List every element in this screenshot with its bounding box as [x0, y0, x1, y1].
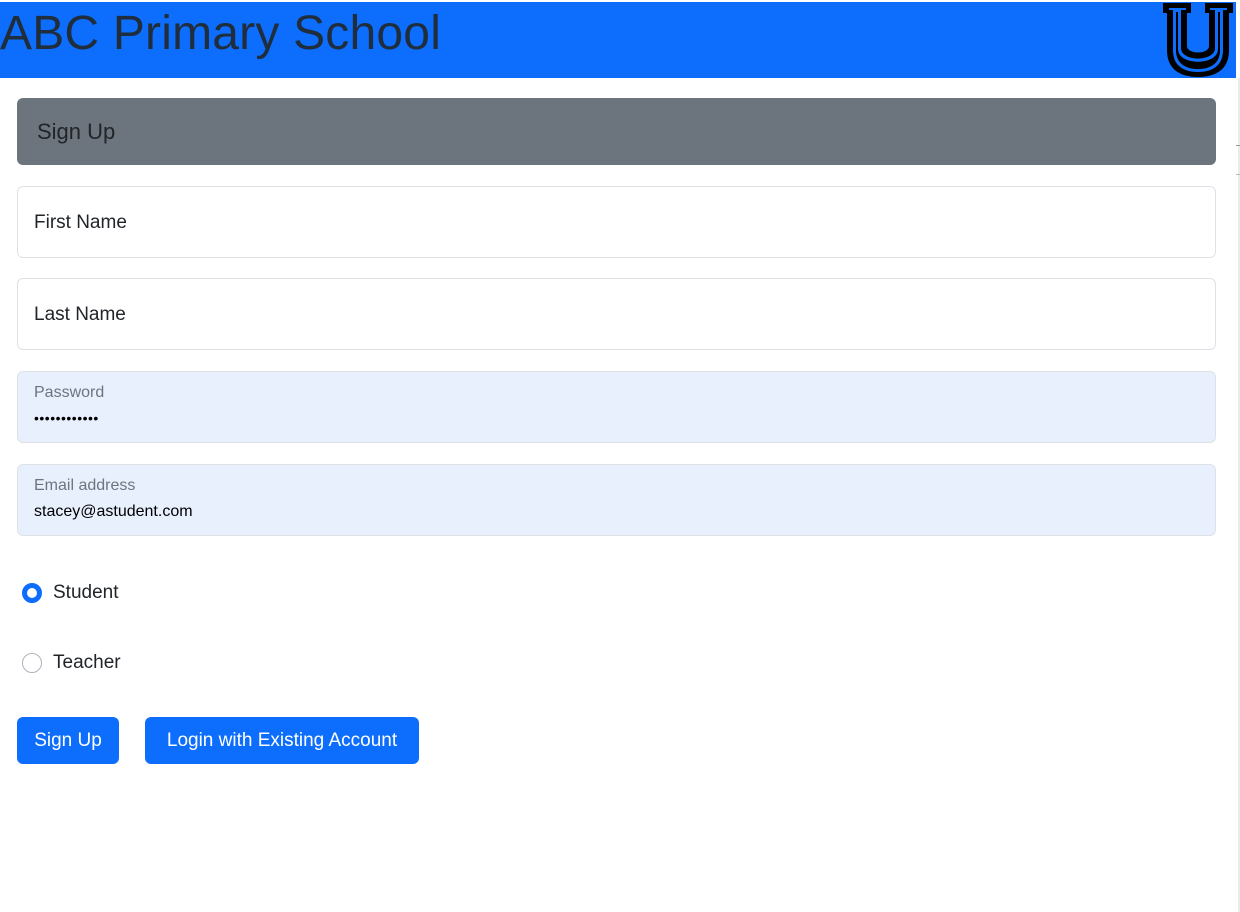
site-title: ABC Primary School: [0, 7, 442, 60]
login-existing-button[interactable]: Login with Existing Account: [145, 717, 419, 764]
signup-heading: Sign Up: [17, 98, 1216, 165]
first-name-placeholder: First Name: [34, 212, 127, 233]
first-name-field[interactable]: First Name: [17, 186, 1216, 258]
teacher-label[interactable]: Teacher: [53, 652, 121, 674]
last-name-placeholder: Last Name: [34, 304, 126, 325]
student-label[interactable]: Student: [53, 582, 119, 604]
scroll-marker: [1236, 145, 1240, 175]
email-label: Email address: [34, 477, 136, 494]
role-option-teacher[interactable]: Teacher: [22, 652, 121, 674]
last-name-field[interactable]: Last Name: [17, 278, 1216, 350]
student-radio[interactable]: [22, 583, 42, 603]
password-value: ••••••••••••: [34, 410, 99, 426]
signup-button[interactable]: Sign Up: [17, 717, 119, 764]
role-option-student[interactable]: Student: [22, 582, 119, 604]
email-value: stacey@astudent.com: [34, 503, 193, 520]
password-label: Password: [34, 384, 105, 401]
site-header: ABC Primary School: [0, 2, 1236, 78]
password-field[interactable]: Password ••••••••••••: [17, 371, 1216, 443]
email-field[interactable]: Email address stacey@astudent.com: [17, 464, 1216, 536]
teacher-radio[interactable]: [22, 653, 42, 673]
university-u-logo-icon: [1163, 3, 1233, 78]
